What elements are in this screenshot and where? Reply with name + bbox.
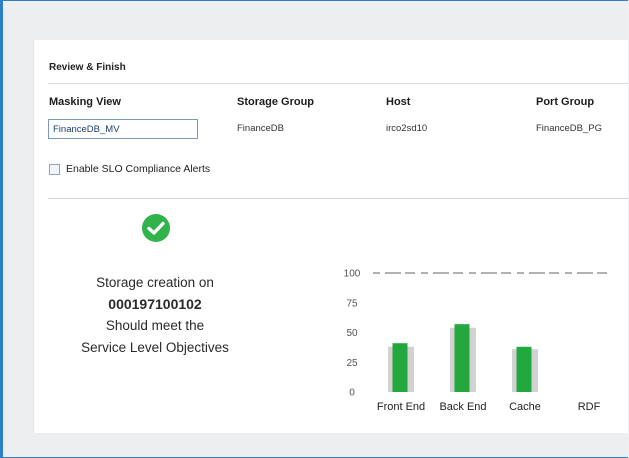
y-tick-label: 50 (346, 328, 358, 339)
y-tick-label: 75 (346, 298, 358, 309)
bar-value (392, 343, 408, 392)
slo-bar-chart: 0 25 50 75 100 Front End Back End Cache RDF (344, 269, 612, 413)
y-tick-label: 100 (344, 269, 361, 280)
bar-value (454, 324, 470, 392)
x-tick-label: Cache (509, 401, 541, 413)
x-tick-label: Back End (439, 401, 486, 413)
bar-value (516, 346, 532, 392)
x-tick-label: RDF (578, 401, 601, 413)
y-tick-label: 25 (346, 358, 358, 369)
x-tick-label: Front End (377, 401, 425, 413)
y-tick-label: 0 (349, 388, 355, 399)
